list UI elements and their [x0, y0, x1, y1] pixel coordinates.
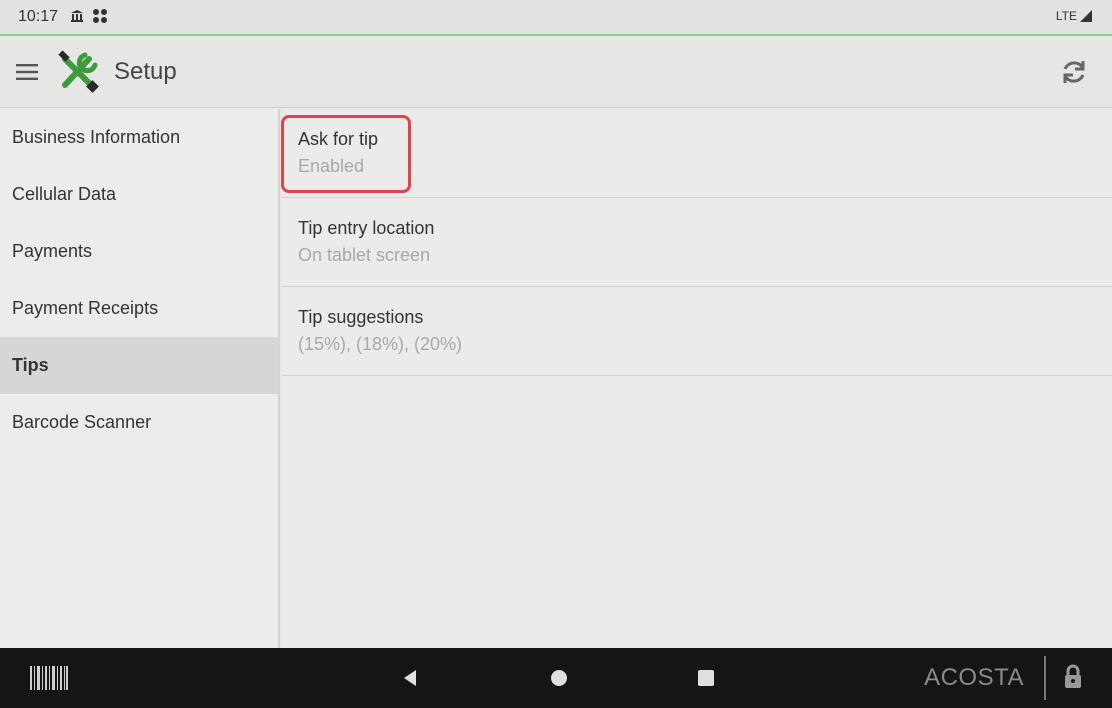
- app-bar: Setup: [0, 36, 1112, 108]
- sidebar-item-tips[interactable]: Tips: [0, 337, 278, 394]
- setting-value: On tablet screen: [298, 245, 431, 265]
- home-icon: [551, 670, 567, 686]
- menu-button[interactable]: [0, 36, 54, 108]
- sidebar-item-barcode-scanner[interactable]: Barcode Scanner: [0, 394, 278, 451]
- recents-button[interactable]: [692, 664, 720, 692]
- setting-tip-entry-location[interactable]: Tip entry location On tablet screen: [282, 198, 1112, 287]
- hamburger-icon: [16, 63, 38, 80]
- setting-value: (15%), (18%), (20%): [298, 334, 463, 354]
- setting-ask-for-tip[interactable]: Ask for tip Enabled: [281, 109, 1112, 198]
- lock-icon[interactable]: [1062, 664, 1086, 692]
- settings-panel: Ask for tip Enabled Tip entry location O…: [281, 109, 1112, 648]
- refresh-icon: [1063, 61, 1085, 83]
- signal-icon: [1080, 10, 1092, 22]
- sidebar: Business Information Cellular Data Payme…: [0, 109, 280, 648]
- network-indicator: LTE: [1056, 9, 1092, 23]
- setting-tip-suggestions[interactable]: Tip suggestions (15%), (18%), (20%): [282, 287, 1112, 376]
- bank-icon: [70, 9, 84, 26]
- network-label: LTE: [1055, 9, 1077, 23]
- sidebar-item-business-information[interactable]: Business Information: [0, 109, 278, 166]
- status-time: 10:17: [18, 8, 59, 25]
- sidebar-item-label: Cellular Data: [12, 184, 117, 204]
- refresh-button[interactable]: [1056, 54, 1092, 90]
- nav-divider: [1044, 656, 1046, 700]
- setting-title: Tip entry location: [298, 218, 435, 238]
- back-button[interactable]: [396, 664, 424, 692]
- back-icon: [404, 670, 416, 686]
- sidebar-item-cellular-data[interactable]: Cellular Data: [0, 166, 278, 223]
- page-title: Setup: [114, 57, 177, 85]
- setting-title: Tip suggestions: [298, 307, 424, 327]
- sidebar-item-payments[interactable]: Payments: [0, 223, 278, 280]
- home-button[interactable]: [545, 664, 573, 692]
- setting-value: Enabled: [298, 156, 365, 176]
- navigation-bar: ACOSTA: [0, 648, 1112, 708]
- sidebar-item-label: Tips: [12, 355, 49, 375]
- sidebar-item-payment-receipts[interactable]: Payment Receipts: [0, 280, 278, 337]
- apps-icon: [92, 8, 108, 27]
- sidebar-item-label: Business Information: [12, 127, 181, 147]
- sidebar-item-label: Barcode Scanner: [12, 412, 152, 432]
- recents-icon: [698, 670, 714, 686]
- status-bar: 10:17 LTE: [0, 0, 1112, 34]
- setting-title: Ask for tip: [298, 129, 379, 149]
- highlight-box: [281, 115, 411, 193]
- tools-icon: [54, 48, 102, 96]
- sidebar-item-label: Payments: [12, 241, 93, 261]
- sidebar-item-label: Payment Receipts: [12, 298, 159, 318]
- barcode-icon[interactable]: [30, 666, 68, 690]
- brand-label: ACOSTA: [924, 664, 1024, 691]
